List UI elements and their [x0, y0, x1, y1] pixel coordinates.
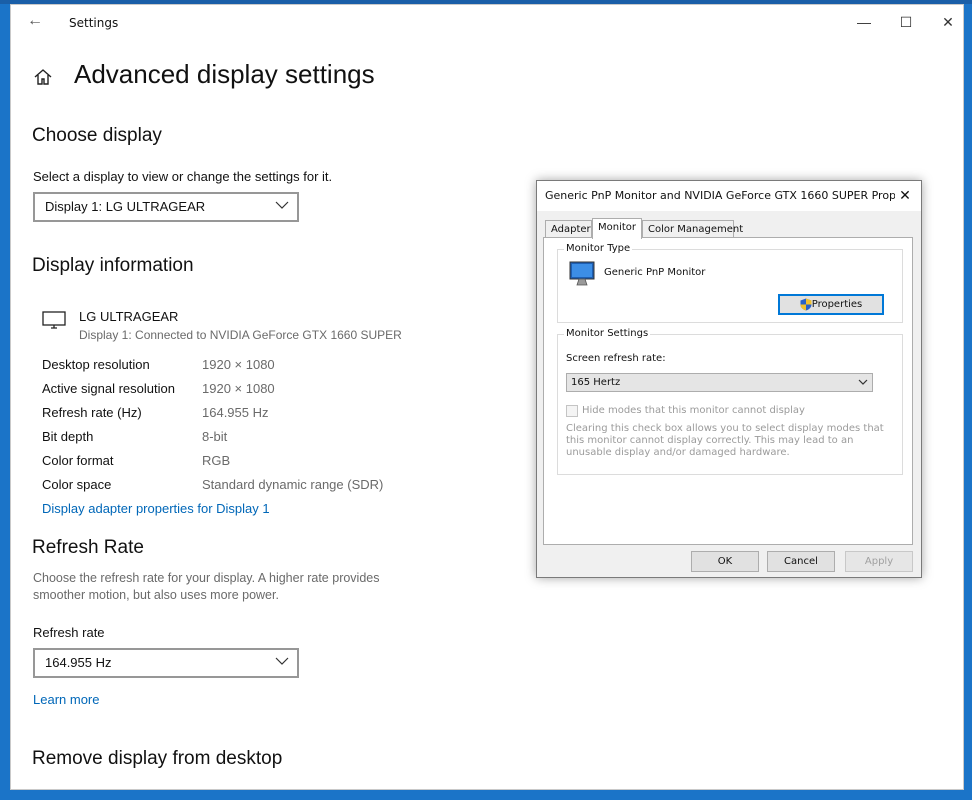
ok-button[interactable]: OK: [691, 551, 759, 572]
monitor-type-value: Generic PnP Monitor: [604, 267, 706, 278]
monitor-tab-panel: Monitor Type Generic PnP Monitor Propert…: [543, 237, 913, 545]
display-adapter-properties-link[interactable]: Display adapter properties for Display 1: [42, 501, 270, 516]
monitor-properties-dialog: Generic PnP Monitor and NVIDIA GeForce G…: [536, 180, 922, 578]
refresh-rate-description-line1: Choose the refresh rate for your display…: [33, 571, 380, 585]
properties-button-label: Properties: [811, 299, 863, 310]
tab-color-management[interactable]: Color Management: [642, 220, 743, 238]
back-arrow-icon[interactable]: ←: [25, 11, 45, 31]
minimize-icon[interactable]: —: [849, 11, 879, 33]
close-icon[interactable]: ✕: [933, 11, 963, 33]
monitor-settings-group: Monitor Settings Screen refresh rate: 16…: [557, 328, 903, 475]
monitor-icon: [42, 311, 66, 329]
title-bar: ← Settings — ☐ ✕: [11, 5, 963, 41]
tab-monitor[interactable]: Monitor: [592, 218, 642, 239]
info-value: RGB: [202, 453, 231, 468]
refresh-rate-label: Refresh rate: [33, 625, 105, 640]
info-label: Bit depth: [42, 429, 94, 444]
hide-modes-description: Clearing this check box allows you to se…: [566, 423, 884, 458]
screen-refresh-rate-value: 165 Hertz: [571, 377, 621, 388]
shield-icon: [800, 298, 812, 311]
dialog-title: Generic PnP Monitor and NVIDIA GeForce G…: [545, 189, 895, 202]
monitor-type-group: Monitor Type Generic PnP Monitor Propert…: [557, 243, 903, 323]
hide-modes-label: Hide modes that this monitor cannot disp…: [582, 405, 805, 416]
refresh-rate-description-line2: smoother motion, but also uses more powe…: [33, 588, 279, 602]
display-information-heading: Display information: [32, 255, 194, 276]
info-value: 8-bit: [202, 429, 228, 444]
tab-adapter[interactable]: Adapter: [545, 220, 592, 238]
monitor-type-label: Monitor Type: [564, 243, 633, 254]
choose-display-heading: Choose display: [32, 125, 162, 146]
maximize-icon[interactable]: ☐: [891, 11, 921, 33]
home-icon[interactable]: [33, 67, 53, 87]
display-select-value: Display 1: LG ULTRAGEAR: [45, 199, 206, 214]
info-label: Desktop resolution: [42, 357, 150, 372]
info-label: Color space: [42, 477, 112, 492]
window-title: Settings: [69, 16, 119, 30]
choose-display-instruction: Select a display to view or change the s…: [33, 169, 333, 184]
info-value: 1920 × 1080: [202, 381, 275, 396]
remove-display-heading: Remove display from desktop: [32, 748, 283, 769]
chevron-down-icon: [275, 201, 289, 209]
info-value: 164.955 Hz: [202, 405, 269, 420]
monitor-connection: Display 1: Connected to NVIDIA GeForce G…: [79, 328, 402, 342]
chevron-down-icon: [858, 379, 868, 385]
dialog-close-icon[interactable]: ✕: [895, 186, 915, 206]
screen-refresh-rate-select[interactable]: 165 Hertz: [566, 373, 873, 392]
refresh-rate-select-value: 164.955 Hz: [45, 655, 112, 670]
display-select[interactable]: Display 1: LG ULTRAGEAR: [33, 192, 299, 222]
monitor-name: LG ULTRAGEAR: [79, 309, 179, 324]
hide-modes-checkbox[interactable]: [566, 405, 578, 417]
refresh-rate-select[interactable]: 164.955 Hz: [33, 648, 299, 678]
monitor-image-icon: [569, 261, 595, 286]
page-title: Advanced display settings: [74, 59, 375, 89]
apply-button[interactable]: Apply: [845, 551, 913, 572]
screen-refresh-rate-label: Screen refresh rate:: [566, 353, 666, 364]
learn-more-link[interactable]: Learn more: [33, 692, 99, 707]
info-label: Color format: [42, 453, 114, 468]
info-label: Refresh rate (Hz): [42, 405, 142, 420]
chevron-down-icon: [275, 657, 289, 665]
info-value: Standard dynamic range (SDR): [202, 477, 384, 492]
refresh-rate-heading: Refresh Rate: [32, 537, 144, 558]
cancel-button[interactable]: Cancel: [767, 551, 835, 572]
properties-button[interactable]: Properties: [778, 294, 884, 315]
dialog-title-bar: Generic PnP Monitor and NVIDIA GeForce G…: [537, 181, 921, 211]
info-label: Active signal resolution: [42, 381, 175, 396]
monitor-settings-label: Monitor Settings: [564, 328, 651, 339]
info-value: 1920 × 1080: [202, 357, 275, 372]
